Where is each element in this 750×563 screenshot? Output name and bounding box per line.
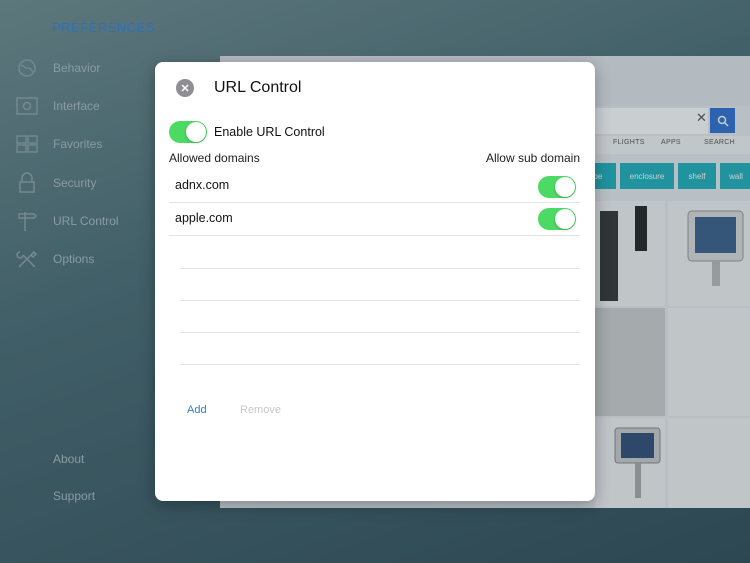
toggle-knob <box>555 209 575 229</box>
allowed-domains-header: Allowed domains <box>169 151 260 165</box>
enable-url-control-label: Enable URL Control <box>214 125 325 139</box>
allow-sub-domain-header: Allow sub domain <box>485 151 580 165</box>
domain-name: adnx.com <box>175 178 230 192</box>
domain-name: apple.com <box>175 211 233 225</box>
remove-button[interactable]: Remove <box>240 404 281 416</box>
dialog-title: URL Control <box>214 79 302 96</box>
sub-domain-toggle[interactable] <box>538 176 576 198</box>
empty-row-divider <box>180 300 580 301</box>
close-button[interactable] <box>176 79 194 97</box>
toggle-knob <box>555 177 575 197</box>
enable-url-control-toggle[interactable] <box>169 121 207 143</box>
empty-row-divider <box>180 332 580 333</box>
empty-row-divider <box>180 268 580 269</box>
toggle-knob <box>186 122 206 142</box>
close-icon <box>181 84 189 92</box>
url-control-dialog: URL Control Enable URL Control Allowed d… <box>155 62 595 501</box>
empty-row-divider <box>180 364 580 365</box>
domain-row[interactable]: apple.com <box>169 203 580 236</box>
domain-row[interactable]: adnx.com <box>169 170 580 203</box>
add-button[interactable]: Add <box>187 404 207 416</box>
sub-domain-toggle[interactable] <box>538 208 576 230</box>
